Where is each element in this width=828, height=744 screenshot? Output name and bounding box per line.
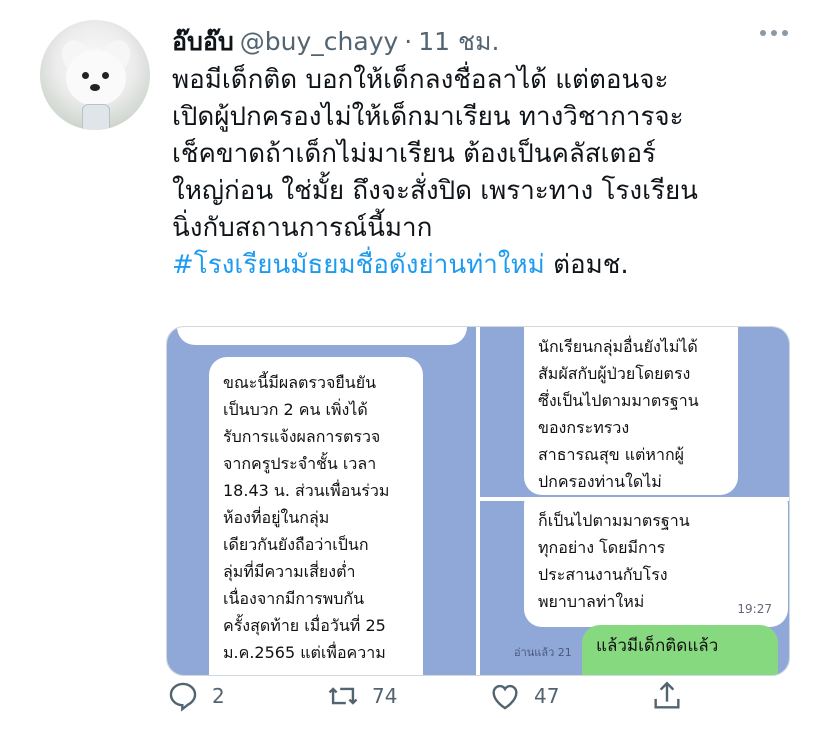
chat-line: สัมผัสกับผู้ป่วยโดยตรง	[538, 364, 691, 383]
chat-line: เนื่องจากมีการพบกัน	[223, 589, 365, 608]
tweet-line: ใหญ่ก่อน ใช่มั้ย ถึงจะสั่งปิด เพราะทาง โ…	[172, 176, 698, 206]
chat-line: ห้องที่อยู่ในกลุ่ม	[223, 508, 330, 527]
media-image-1[interactable]: ขณะนี้มีผลตรวจยืนยัน เป็นบวก 2 คน เพิ่งไ…	[167, 327, 476, 675]
tweet-line: พอมีเด็กติด บอกให้เด็กลงชื่อลาได้ แต่ตอน…	[172, 65, 669, 95]
chat-line: ปกครองท่านใดไม่	[538, 472, 662, 491]
tweet-line: เปิดผู้ปกครองไม่ให้เด็กมาเรียน ทางวิชากา…	[172, 102, 684, 132]
reply-bubble: แล้วมีเด็กติดแล้ว	[582, 625, 778, 675]
avatar[interactable]	[40, 20, 150, 130]
separator: ·	[404, 27, 413, 56]
tweet-line: เช็คขาดถ้าเด็กไม่มาเรียน ต้องเป็นคลัสเตอ…	[172, 139, 657, 169]
chat-line: ขณะนี้มีผลตรวจยืนยัน	[223, 373, 377, 392]
chat-line: ลุ่มที่มีความเสี่ยงต่ำ	[223, 562, 356, 581]
tweet-text: พอมีเด็กติด บอกให้เด็กลงชื่อลาได้ แต่ตอน…	[172, 62, 792, 284]
share-button[interactable]	[650, 679, 684, 713]
tweet-line-last: #โรงเรียนมัธยมชื่อดังย่านท่าใหม่ ต่อมช.	[172, 247, 792, 284]
display-name[interactable]: อ๊บอ๊บ	[172, 22, 234, 62]
chat-line: จากครูประจำชั้น เวลา	[223, 454, 377, 473]
chat-line: ทุกอย่าง โดยมีการ	[538, 538, 666, 557]
more-icon[interactable]	[760, 30, 788, 36]
chat-bubble: นักเรียนกลุ่มอื่นยังไม่ได้ สัมผัสกับผู้ป…	[524, 327, 738, 495]
more-dot	[771, 30, 777, 36]
avatar-nose	[90, 84, 100, 91]
user-handle[interactable]: @buy_chayy	[240, 27, 399, 56]
reply-icon	[169, 682, 197, 712]
read-receipt: อ่านแล้ว 21	[514, 646, 572, 659]
chat-bubble: ขณะนี้มีผลตรวจยืนยัน เป็นบวก 2 คน เพิ่งไ…	[209, 357, 423, 675]
chat-bubble-top	[177, 327, 467, 345]
avatar-eye	[82, 72, 89, 79]
chat-line: ประสานงานกับโรง	[538, 565, 668, 584]
tweet-suffix: ต่อมช.	[544, 250, 629, 280]
chat-line: ซึ่งเป็นไปตามมาตรฐาน	[538, 391, 699, 410]
chat-line: ม.ค.2565 แต่เพื่อความ	[223, 643, 386, 662]
chat-line: ก็เป็นไปตามมาตรฐาน	[538, 511, 690, 530]
more-dot	[760, 30, 766, 36]
tweet-media[interactable]: ขณะนี้มีผลตรวจยืนยัน เป็นบวก 2 คน เพิ่งไ…	[166, 326, 790, 676]
retweet-count: 74	[372, 684, 398, 708]
chat-line: รับการแจ้งผลการตรวจ	[223, 427, 381, 446]
chat-line: สาธารณสุข แต่หากผู้	[538, 445, 685, 464]
like-count: 47	[534, 684, 560, 708]
media-image-2[interactable]: นักเรียนกลุ่มอื่นยังไม่ได้ สัมผัสกับผู้ป…	[480, 327, 789, 497]
reply-count: 2	[212, 684, 225, 708]
chat-line: นักเรียนกลุ่มอื่นยังไม่ได้	[538, 337, 698, 356]
chat-line: 18.43 น. ส่วนเพื่อนร่วม	[223, 481, 390, 500]
hashtag-link[interactable]: #โรงเรียนมัธยมชื่อดังย่านท่าใหม่	[172, 250, 545, 280]
chat-line: ครั้งสุดท้าย เมื่อวันที่ 25	[223, 616, 386, 635]
tweet-header: อ๊บอ๊บ @buy_chayy · 11 ชม.	[172, 22, 499, 62]
chat-line: เดียวกันยังถือว่าเป็นก	[223, 535, 369, 554]
avatar-face	[66, 50, 126, 106]
chat-time: 19:27	[737, 602, 772, 616]
avatar-bottle	[82, 104, 110, 130]
share-icon	[654, 681, 680, 709]
avatar-eye	[102, 72, 109, 79]
retweet-icon	[328, 687, 358, 705]
tweet-time[interactable]: 11 ชม.	[418, 22, 499, 62]
more-dot	[782, 30, 788, 36]
like-icon	[492, 684, 518, 710]
retweet-button[interactable]: 74	[326, 679, 397, 713]
reply-button[interactable]: 2	[166, 679, 225, 713]
tweet-line: นิ่งกับสถานการณ์นี้มาก	[172, 213, 433, 243]
chat-line: ของกระทรวง	[538, 418, 630, 437]
chat-line: เป็นบวก 2 คน เพิ่งได้	[223, 400, 368, 419]
media-image-3[interactable]: ก็เป็นไปตามมาตรฐาน ทุกอย่าง โดยมีการ ประ…	[480, 501, 789, 675]
chat-bubble: ก็เป็นไปตามมาตรฐาน ทุกอย่าง โดยมีการ ประ…	[524, 501, 788, 627]
like-button[interactable]: 47	[488, 679, 559, 713]
